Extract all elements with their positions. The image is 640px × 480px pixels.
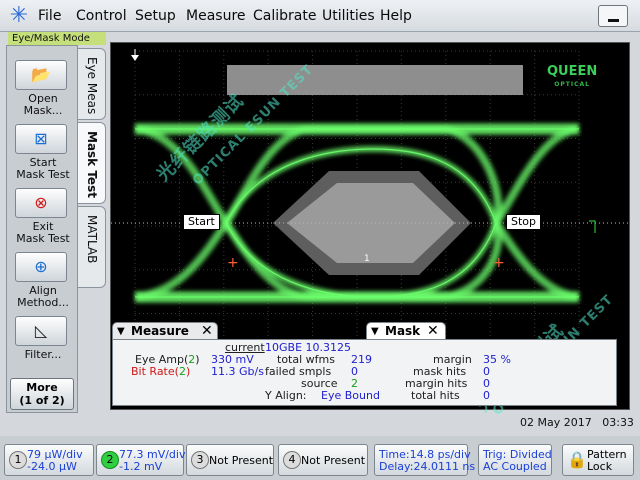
channel-3-status: Not Present bbox=[209, 454, 274, 467]
close-icon: ✕ bbox=[201, 323, 213, 339]
menu-setup[interactable]: Setup bbox=[135, 8, 176, 24]
start-mask-test-label: Start Mask Test bbox=[16, 156, 70, 181]
minimize-icon bbox=[608, 19, 619, 22]
lock-icon: 🔒 bbox=[567, 450, 587, 469]
top-mask-region bbox=[227, 65, 523, 95]
pattern-lock-line2: Lock bbox=[587, 460, 613, 473]
trigger-arrow-icon bbox=[131, 55, 139, 61]
minimize-button[interactable] bbox=[598, 5, 628, 27]
open-mask-label: Open Mask... bbox=[23, 92, 63, 117]
mode-tab: Eye/Mask Mode bbox=[8, 32, 106, 45]
filter-label: Filter... bbox=[24, 348, 62, 361]
stop-icon: ⊗ bbox=[34, 193, 48, 212]
scope-window: ✳ File Control Setup Measure Calibrate U… bbox=[0, 0, 640, 480]
agilent-logo-icon: ✳ bbox=[9, 3, 29, 28]
menu-bar: ✳ File Control Setup Measure Calibrate U… bbox=[0, 0, 640, 32]
y-align-label: Y Align: bbox=[265, 389, 307, 402]
left-button-panel: 📂 Open Mask... ⊠ Start Mask Test ⊗ Exit Mas… bbox=[6, 45, 78, 413]
menu-file[interactable]: File bbox=[38, 8, 61, 24]
tab-mask-test[interactable]: Mask Test bbox=[78, 122, 106, 204]
queen-logo: QUEEN OPTICAL bbox=[547, 64, 598, 88]
menu-help[interactable]: Help bbox=[380, 8, 412, 24]
channel-4-button[interactable]: 4 Not Present bbox=[278, 444, 368, 476]
tab-mask[interactable]: ▼ Mask ✕ bbox=[366, 322, 446, 340]
menu-measure[interactable]: Measure bbox=[186, 8, 246, 24]
channel-2-scale: 77.3 mV/div bbox=[119, 448, 186, 461]
channel-1-button[interactable]: 1 79 µW/div -24.0 µW bbox=[4, 444, 94, 476]
y-align-value: Eye Bound bbox=[321, 389, 380, 402]
timebase-button[interactable]: Time:14.8 ps/div Delay:24.0111 ns bbox=[374, 444, 475, 476]
channel-1-offset: -24.0 µW bbox=[27, 460, 77, 473]
collapse-icon: ▼ bbox=[371, 326, 379, 337]
total-hits-label: total hits bbox=[411, 389, 460, 402]
bit-rate-label: Bit Rate(2) bbox=[131, 365, 191, 378]
timebase-delay: Delay:24.0111 ns bbox=[379, 460, 476, 473]
channel-3-button[interactable]: 3 Not Present bbox=[186, 444, 274, 476]
filter-icon: ◺ bbox=[34, 321, 48, 340]
channel-4-status: Not Present bbox=[301, 454, 366, 467]
exit-mask-test-button[interactable]: ⊗ bbox=[15, 188, 67, 218]
more-button[interactable]: More (1 of 2) bbox=[10, 378, 74, 410]
trigger-button[interactable]: Trig: Divided AC Coupled bbox=[478, 444, 552, 476]
channel-4-number: 4 bbox=[283, 451, 301, 469]
pattern-lock-line1: Pattern bbox=[587, 448, 627, 461]
tab-matlab[interactable]: MATLAB bbox=[78, 206, 106, 288]
stop-cross-icon: + bbox=[493, 255, 505, 271]
channel-1-scale: 79 µW/div bbox=[27, 448, 83, 461]
close-icon: ✕ bbox=[427, 323, 439, 339]
menu-utilities[interactable]: Utilities bbox=[322, 8, 375, 24]
pattern-lock-button[interactable]: 🔒 Pattern Lock bbox=[562, 444, 634, 476]
channel-3-number: 3 bbox=[191, 451, 209, 469]
filter-button[interactable]: ◺ bbox=[15, 316, 67, 346]
align-method-label: Align Method... bbox=[17, 284, 69, 309]
mask-start-icon: ⊠ bbox=[34, 129, 48, 148]
trigger-source: Trig: Divided bbox=[483, 448, 552, 461]
mask-region-label: 1 bbox=[364, 254, 370, 264]
start-cross-icon: + bbox=[227, 255, 239, 271]
channel-1-number: 1 bbox=[9, 451, 27, 469]
channel-2-button[interactable]: 2 77.3 mV/div -1.2 mV bbox=[96, 444, 186, 476]
start-marker[interactable]: Start bbox=[183, 214, 220, 230]
measurement-panel: ▼ Measure ✕ ▼ Mask ✕ current Eye Amp(2) 330 … bbox=[112, 322, 617, 406]
channel-2-number: 2 bbox=[101, 451, 119, 469]
timebase-scale: Time:14.8 ps/div bbox=[379, 448, 471, 461]
folder-icon: 📂 bbox=[31, 65, 51, 84]
align-method-button[interactable]: ⊕ bbox=[15, 252, 67, 282]
exit-mask-test-label: Exit Mask Test bbox=[16, 220, 70, 245]
start-mask-test-button[interactable]: ⊠ bbox=[15, 124, 67, 154]
collapse-icon: ▼ bbox=[117, 326, 125, 337]
trigger-coupling: AC Coupled bbox=[483, 460, 547, 473]
align-icon: ⊕ bbox=[34, 257, 48, 276]
menu-calibrate[interactable]: Calibrate bbox=[253, 8, 316, 24]
channel-2-offset: -1.2 mV bbox=[119, 460, 163, 473]
open-mask-button[interactable]: 📂 bbox=[15, 60, 67, 90]
bit-rate-value: 11.3 Gb/s bbox=[211, 365, 264, 378]
stop-marker[interactable]: Stop bbox=[506, 214, 542, 230]
tab-eye-meas[interactable]: Eye Meas bbox=[78, 48, 106, 120]
total-hits-value: 0 bbox=[483, 389, 490, 402]
menu-control[interactable]: Control bbox=[76, 8, 127, 24]
tab-measure[interactable]: ▼ Measure ✕ bbox=[112, 322, 218, 340]
measurement-content: current Eye Amp(2) 330 mV Bit Rate(2) 11… bbox=[112, 339, 617, 406]
date-time: 02 May 2017 03:33 bbox=[520, 416, 634, 429]
